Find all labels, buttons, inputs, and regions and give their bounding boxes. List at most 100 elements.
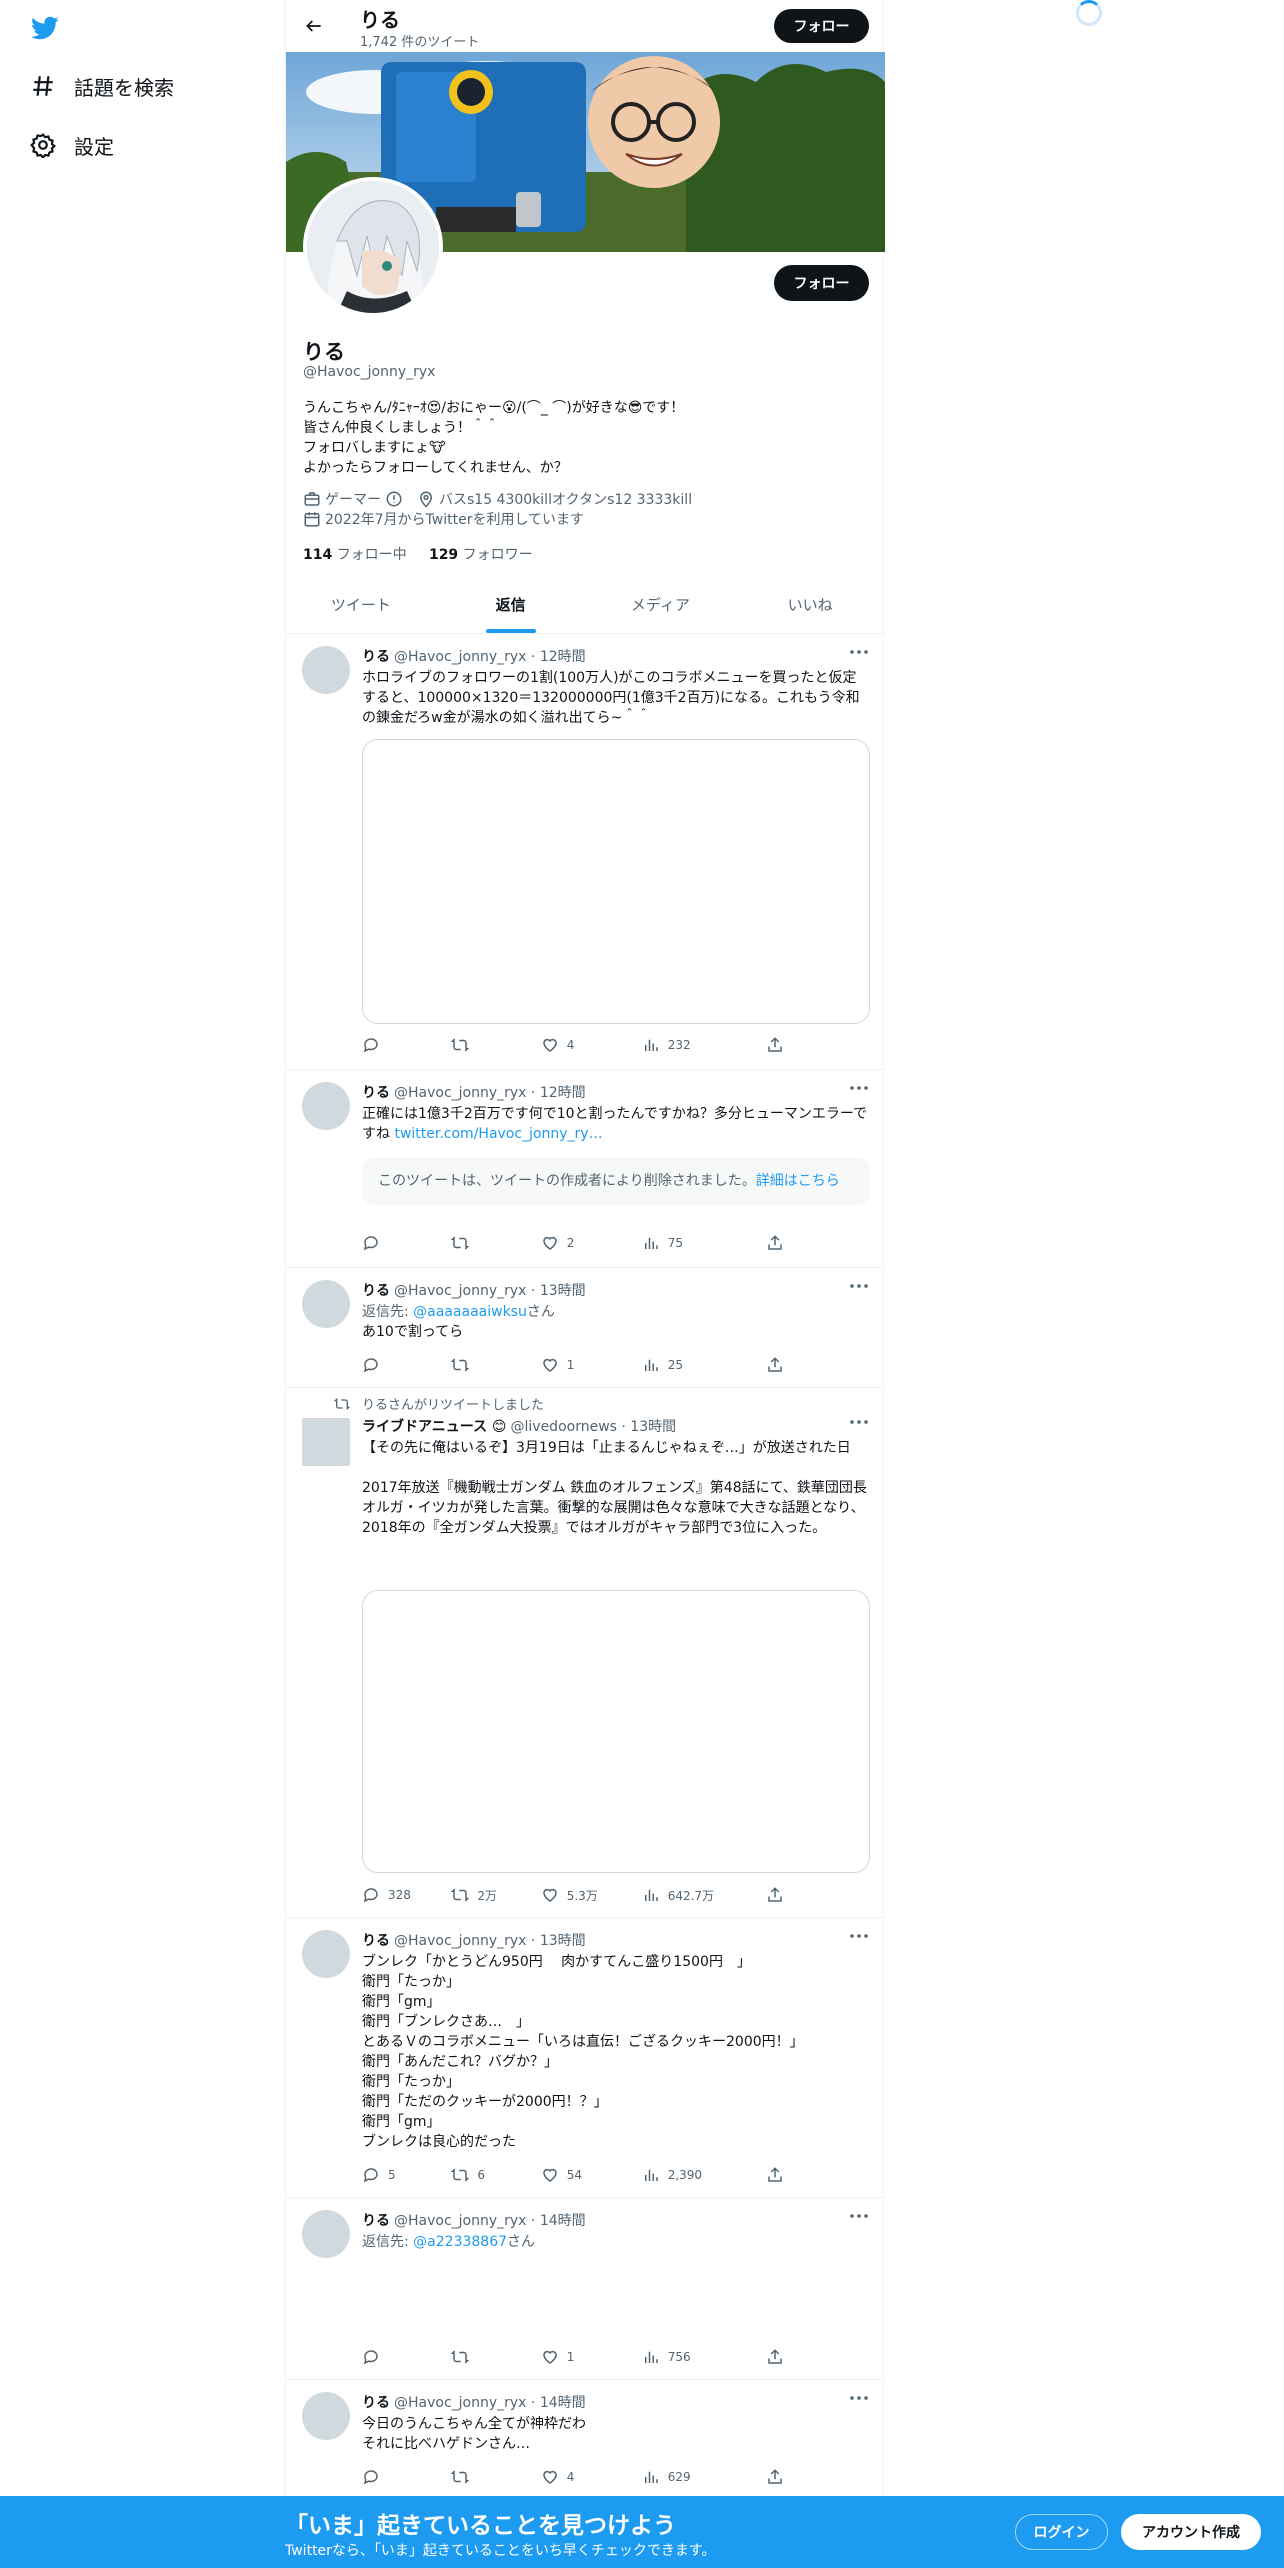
views-button[interactable]: 756 [642,2347,766,2367]
view-count: 629 [667,2470,691,2484]
tweet-avatar[interactable] [302,2392,350,2440]
tweet[interactable]: りる @Havoc_jonny_ryx · 14時間 今日のうんこちゃん全てが神枠… [286,2380,885,2496]
profile-follow-button[interactable]: フォロー [774,265,869,301]
share-button[interactable] [766,1233,792,1253]
nav-settings[interactable]: 設定 [28,125,114,165]
tweet[interactable]: りる @Havoc_jonny_ryx · 13時間 返信先: @aaaaaaai… [286,1268,885,1388]
like-button[interactable]: 2 [541,1233,642,1253]
tweet[interactable]: りる @Havoc_jonny_ryx · 12時間 正確には1億3千2百万です何… [286,1070,885,1268]
retweet-button[interactable]: 6 [451,2165,540,2185]
retweet-icon [451,2350,470,2364]
more-options-icon[interactable] [849,2390,869,2406]
tweet-handle-time[interactable]: @Havoc_jonny_ryx · 13時間 [394,1933,586,1949]
tweet-author-name[interactable]: りる [362,2395,390,2411]
more-options-icon[interactable] [849,1414,869,1430]
views-button[interactable]: 2,390 [642,2165,766,2185]
retweet-button[interactable] [451,1233,540,1253]
reply-button[interactable] [362,2467,451,2487]
tweet-author-name[interactable]: りる [362,1933,390,1949]
info-icon[interactable] [385,490,403,508]
main-column: りる 1,742 件のツイート フォロー フォロー りる @Havoc_jonn… [285,0,885,2568]
tab-media[interactable]: メディア [586,576,736,633]
like-button[interactable]: 1 [541,1355,642,1375]
tweet-author-name[interactable]: りる [362,1085,390,1101]
tweet-avatar[interactable] [302,1930,350,1978]
tweet-handle-time[interactable]: @Havoc_jonny_ryx · 12時間 [394,649,586,665]
retweet-button[interactable] [451,1035,540,1055]
replying-to-handle[interactable]: @aaaaaaaiwksu [413,1304,527,1320]
share-button[interactable] [766,2467,792,2487]
profile-avatar[interactable] [303,177,443,317]
tweet[interactable]: りるさんがリツイートしました ライブドアニュース 😊 @livedoornews … [286,1388,885,1918]
like-button[interactable]: 4 [541,2467,642,2487]
retweeted-by-label[interactable]: りるさんがリツイートしました [362,1394,544,1413]
following-link[interactable]: 114 フォロー中 [303,547,407,563]
tweet-avatar[interactable] [302,1082,350,1130]
tweet-header: りる @Havoc_jonny_ryx · 14時間 [362,2392,586,2412]
login-button[interactable]: ログイン [1015,2514,1108,2550]
views-button[interactable]: 629 [642,2467,766,2487]
share-button[interactable] [766,1035,792,1055]
analytics-icon [644,1237,658,1249]
tweet-handle-time[interactable]: @Havoc_jonny_ryx · 14時間 [394,2395,586,2411]
more-options-icon[interactable] [849,1928,869,1944]
share-button[interactable] [766,1355,792,1375]
tab-tweets[interactable]: ツイート [286,576,436,633]
nav-explore[interactable]: 話題を検索 [28,66,174,106]
tweet-media[interactable] [362,1590,870,1873]
more-options-icon[interactable] [849,1278,869,1294]
reply-button[interactable] [362,2347,451,2367]
reply-button[interactable]: 328 [362,1885,451,1905]
tweet-author-name[interactable]: りる [362,649,390,665]
more-options-icon[interactable] [849,1080,869,1096]
tab-likes[interactable]: いいね [735,576,885,633]
tweet-handle-time[interactable]: @Havoc_jonny_ryx · 12時間 [394,1085,586,1101]
share-button[interactable] [766,2347,792,2367]
tweet[interactable]: りる @Havoc_jonny_ryx · 14時間 返信先: @a2233886… [286,2198,885,2380]
tweet[interactable]: りる @Havoc_jonny_ryx · 12時間 ホロライブのフォロワーの1割… [286,634,885,1070]
reply-button[interactable] [362,1233,451,1253]
tweet-handle-time[interactable]: @Havoc_jonny_ryx · 13時間 [394,1283,586,1299]
share-button[interactable] [766,2165,792,2185]
tweet-avatar[interactable] [302,1418,350,1466]
tweet-author-name[interactable]: りる [362,2213,390,2229]
replying-to-handle[interactable]: @a22338867 [413,2234,507,2250]
reply-button[interactable] [362,1035,451,1055]
like-button[interactable]: 1 [541,2347,642,2367]
tweet[interactable]: りる @Havoc_jonny_ryx · 13時間 ブンレク「かとうどん950円… [286,1918,885,2198]
more-options-icon[interactable] [849,644,869,660]
views-button[interactable]: 75 [642,1233,766,1253]
retweet-button[interactable]: 2万 [451,1885,540,1905]
create-account-button[interactable]: アカウント作成 [1121,2514,1261,2550]
views-button[interactable]: 642.7万 [642,1885,766,1905]
retweet-button[interactable] [451,2347,540,2367]
tweet-avatar[interactable] [302,2210,350,2258]
tweet-author-name[interactable]: ライブドアニュース 😊 [362,1419,507,1435]
views-button[interactable]: 25 [642,1355,766,1375]
retweet-button[interactable] [451,1355,540,1375]
views-button[interactable]: 232 [642,1035,766,1055]
tab-replies[interactable]: 返信 [436,576,586,633]
tweet-author-name[interactable]: りる [362,1283,390,1299]
like-button[interactable]: 54 [541,2165,642,2185]
reply-button[interactable]: 5 [362,2165,451,2185]
more-options-icon[interactable] [849,2208,869,2224]
tweet-handle-time[interactable]: @Havoc_jonny_ryx · 14時間 [394,2213,586,2229]
tweet-media[interactable] [362,739,870,1024]
like-button[interactable]: 4 [541,1035,642,1055]
like-button[interactable]: 5.3万 [541,1885,642,1905]
share-button[interactable] [766,1885,792,1905]
tweet-avatar[interactable] [302,646,350,694]
tweet-avatar[interactable] [302,1280,350,1328]
followers-link[interactable]: 129 フォロワー [429,547,533,563]
retweet-button[interactable] [451,2467,540,2487]
twitter-bird-icon[interactable] [28,14,62,42]
profile-follow-counts: 114 フォロー中 129 フォロワー [303,544,533,564]
retweet-icon [451,2470,470,2484]
reply-button[interactable] [362,1355,451,1375]
tweet-link[interactable]: twitter.com/Havoc_jonny_ry… [394,1126,602,1142]
tweet-handle-time[interactable]: @livedoornews · 13時間 [511,1419,677,1435]
header-follow-button[interactable]: フォロー [774,9,869,43]
learn-more-link[interactable]: 詳細はこちら [756,1173,840,1189]
back-arrow-icon[interactable] [300,12,328,40]
